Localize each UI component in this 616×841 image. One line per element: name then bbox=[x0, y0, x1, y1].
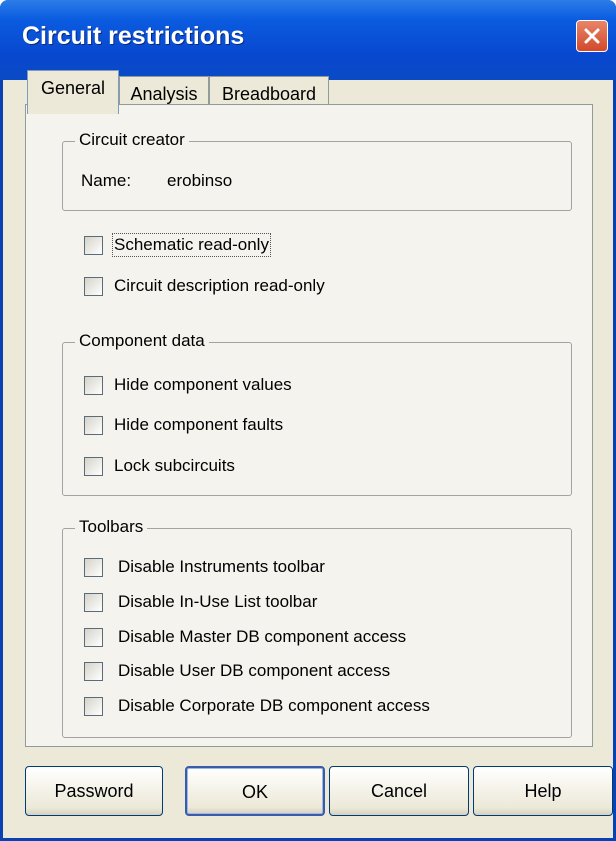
tab-panel-general: Circuit creator Name: erobinso Schematic… bbox=[25, 104, 593, 747]
circuit-description-read-only-label[interactable]: Circuit description read-only bbox=[114, 276, 325, 296]
hide-component-values-label[interactable]: Hide component values bbox=[114, 375, 292, 395]
window-title: Circuit restrictions bbox=[22, 22, 245, 50]
toolbars-legend: Toolbars bbox=[75, 517, 148, 537]
tab-analysis-label: Analysis bbox=[130, 84, 198, 104]
disable-corporate-db-access-label[interactable]: Disable Corporate DB component access bbox=[118, 696, 430, 716]
help-button[interactable]: Help bbox=[473, 766, 613, 816]
toolbars-group: Toolbars Disable Instruments toolbar Dis… bbox=[62, 517, 572, 738]
disable-master-db-access-checkbox[interactable] bbox=[84, 628, 103, 647]
ok-button-label: OK bbox=[241, 782, 268, 802]
component-data-group: Component data Hide component values Hid… bbox=[62, 331, 572, 496]
title-bar[interactable]: Circuit restrictions bbox=[0, 0, 616, 80]
circuit-creator-legend: Circuit creator bbox=[75, 130, 189, 150]
password-button-label: Password bbox=[54, 781, 134, 801]
disable-in-use-list-toolbar-label[interactable]: Disable In-Use List toolbar bbox=[118, 592, 317, 612]
help-button-label: Help bbox=[524, 781, 562, 801]
cancel-button[interactable]: Cancel bbox=[329, 766, 469, 816]
disable-in-use-list-toolbar-checkbox[interactable] bbox=[84, 593, 103, 612]
component-data-legend: Component data bbox=[75, 331, 209, 351]
hide-component-values-checkbox[interactable] bbox=[84, 376, 103, 395]
close-button[interactable] bbox=[576, 20, 608, 52]
tab-general[interactable]: General bbox=[27, 70, 119, 114]
close-icon bbox=[584, 28, 600, 44]
hide-component-faults-label[interactable]: Hide component faults bbox=[114, 415, 283, 435]
disable-instruments-toolbar-checkbox[interactable] bbox=[84, 558, 103, 577]
circuit-creator-group: Circuit creator Name: erobinso bbox=[62, 130, 572, 211]
circuit-restrictions-dialog: Circuit restrictions General Analysis Br… bbox=[0, 0, 616, 841]
schematic-read-only-label[interactable]: Schematic read-only bbox=[112, 233, 271, 257]
circuit-description-read-only-checkbox[interactable] bbox=[84, 277, 103, 296]
ok-button[interactable]: OK bbox=[185, 766, 325, 816]
password-button[interactable]: Password bbox=[25, 766, 163, 816]
lock-subcircuits-checkbox[interactable] bbox=[84, 457, 103, 476]
disable-corporate-db-access-checkbox[interactable] bbox=[84, 697, 103, 716]
tab-breadboard-label: Breadboard bbox=[221, 84, 317, 104]
disable-user-db-access-checkbox[interactable] bbox=[84, 662, 103, 681]
disable-user-db-access-label[interactable]: Disable User DB component access bbox=[118, 661, 390, 681]
schematic-read-only-checkbox[interactable] bbox=[84, 236, 103, 255]
disable-instruments-toolbar-label[interactable]: Disable Instruments toolbar bbox=[118, 557, 325, 577]
name-value: erobinso bbox=[167, 171, 233, 190]
lock-subcircuits-label[interactable]: Lock subcircuits bbox=[114, 456, 235, 476]
name-label: Name: bbox=[81, 171, 132, 190]
tab-general-label: General bbox=[40, 78, 106, 98]
disable-master-db-access-label[interactable]: Disable Master DB component access bbox=[118, 627, 406, 647]
cancel-button-label: Cancel bbox=[370, 781, 428, 801]
hide-component-faults-checkbox[interactable] bbox=[84, 416, 103, 435]
